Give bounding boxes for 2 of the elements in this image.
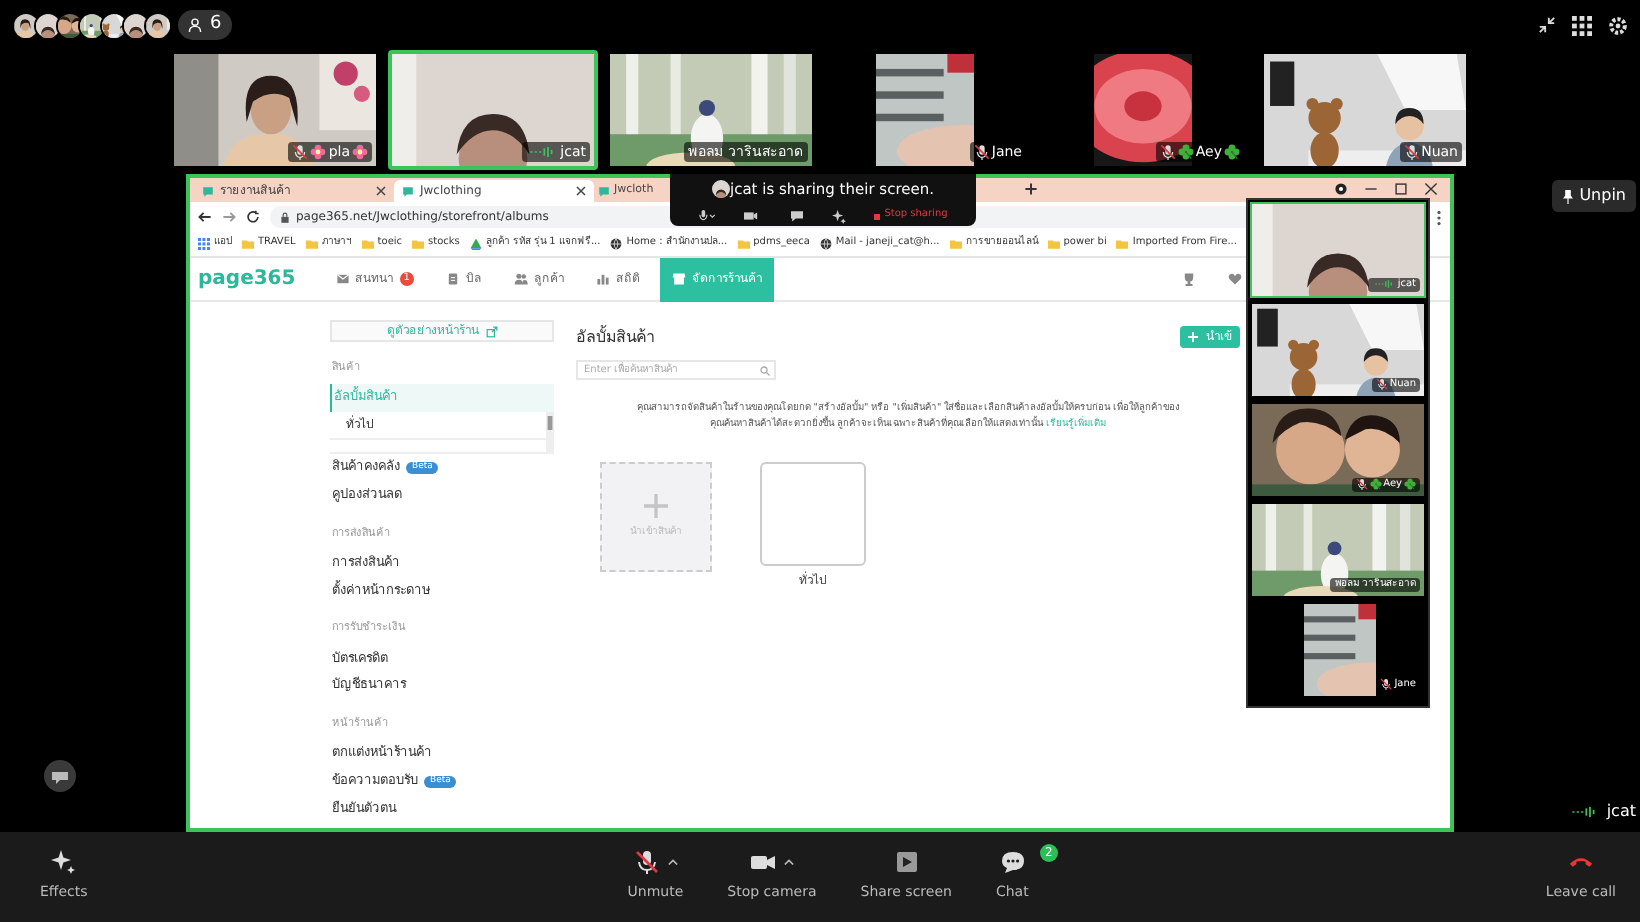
presenter-name: jcat (1606, 800, 1636, 824)
page-title: อัลบั้มสินค้า (576, 326, 654, 350)
